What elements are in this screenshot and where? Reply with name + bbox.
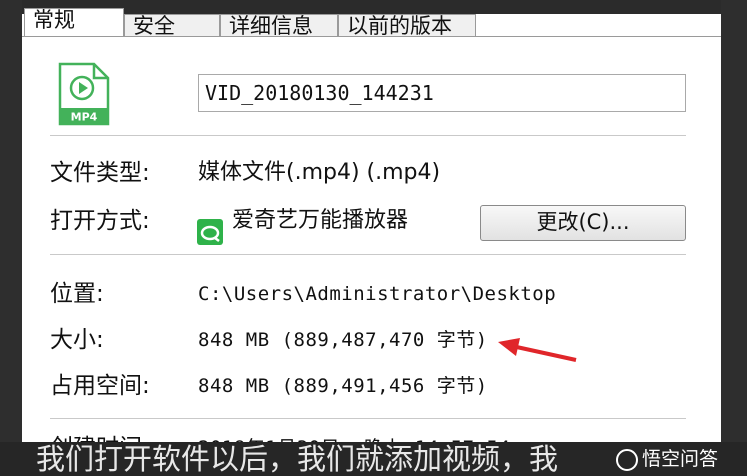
file-name-input[interactable]: VID_20180130_144231 (198, 74, 686, 112)
separator-2 (50, 254, 686, 255)
tab-general-label: 常规 (33, 8, 75, 32)
caption-overlay-text: 我们打开软件以后，我们就添加视频，我 (36, 442, 559, 476)
size-value: 848 MB (889,487,470 字节) (198, 329, 488, 351)
location-label: 位置: (50, 281, 104, 307)
red-arrow-annotation (498, 338, 577, 362)
size-label: 大小: (50, 327, 104, 353)
location-value: C:\Users\Administrator\Desktop (198, 283, 557, 305)
photo-frame-right (721, 0, 747, 476)
mp4-file-icon: MP4 (58, 62, 110, 126)
open-with-app-name: 爱奇艺万能播放器 (232, 208, 409, 233)
watermark-icon (616, 449, 638, 471)
tab-general[interactable]: 常规 (24, 8, 124, 37)
tab-security-label: 安全 (133, 14, 175, 37)
file-type-value: 媒体文件(.mp4) (.mp4) (198, 160, 441, 185)
tab-previous-versions[interactable]: 以前的版本 (338, 14, 476, 37)
tab-details[interactable]: 详细信息 (220, 14, 338, 37)
separator-3 (50, 418, 686, 419)
open-with-label: 打开方式: (50, 208, 150, 234)
iqiyi-app-icon (197, 219, 223, 245)
tab-security[interactable]: 安全 (124, 14, 220, 37)
mp4-badge-text: MP4 (71, 111, 98, 124)
photo-frame-left (0, 0, 22, 476)
file-name-value: VID_20180130_144231 (205, 81, 434, 105)
tab-details-label: 详细信息 (229, 14, 313, 37)
separator-1 (50, 135, 686, 136)
change-button[interactable]: 更改(C)... (480, 205, 686, 241)
file-type-label: 文件类型: (50, 160, 150, 186)
properties-dialog: 常规 安全 详细信息 以前的版本 MP4 VID_20180130_144231… (22, 8, 721, 461)
tab-previous-versions-label: 以前的版本 (347, 14, 452, 37)
tab-divider (22, 36, 721, 37)
watermark-text: 悟空问答 (642, 448, 719, 470)
disk-size-label: 占用空间: (50, 373, 150, 399)
disk-size-value: 848 MB (889,491,456 字节) (198, 375, 488, 397)
